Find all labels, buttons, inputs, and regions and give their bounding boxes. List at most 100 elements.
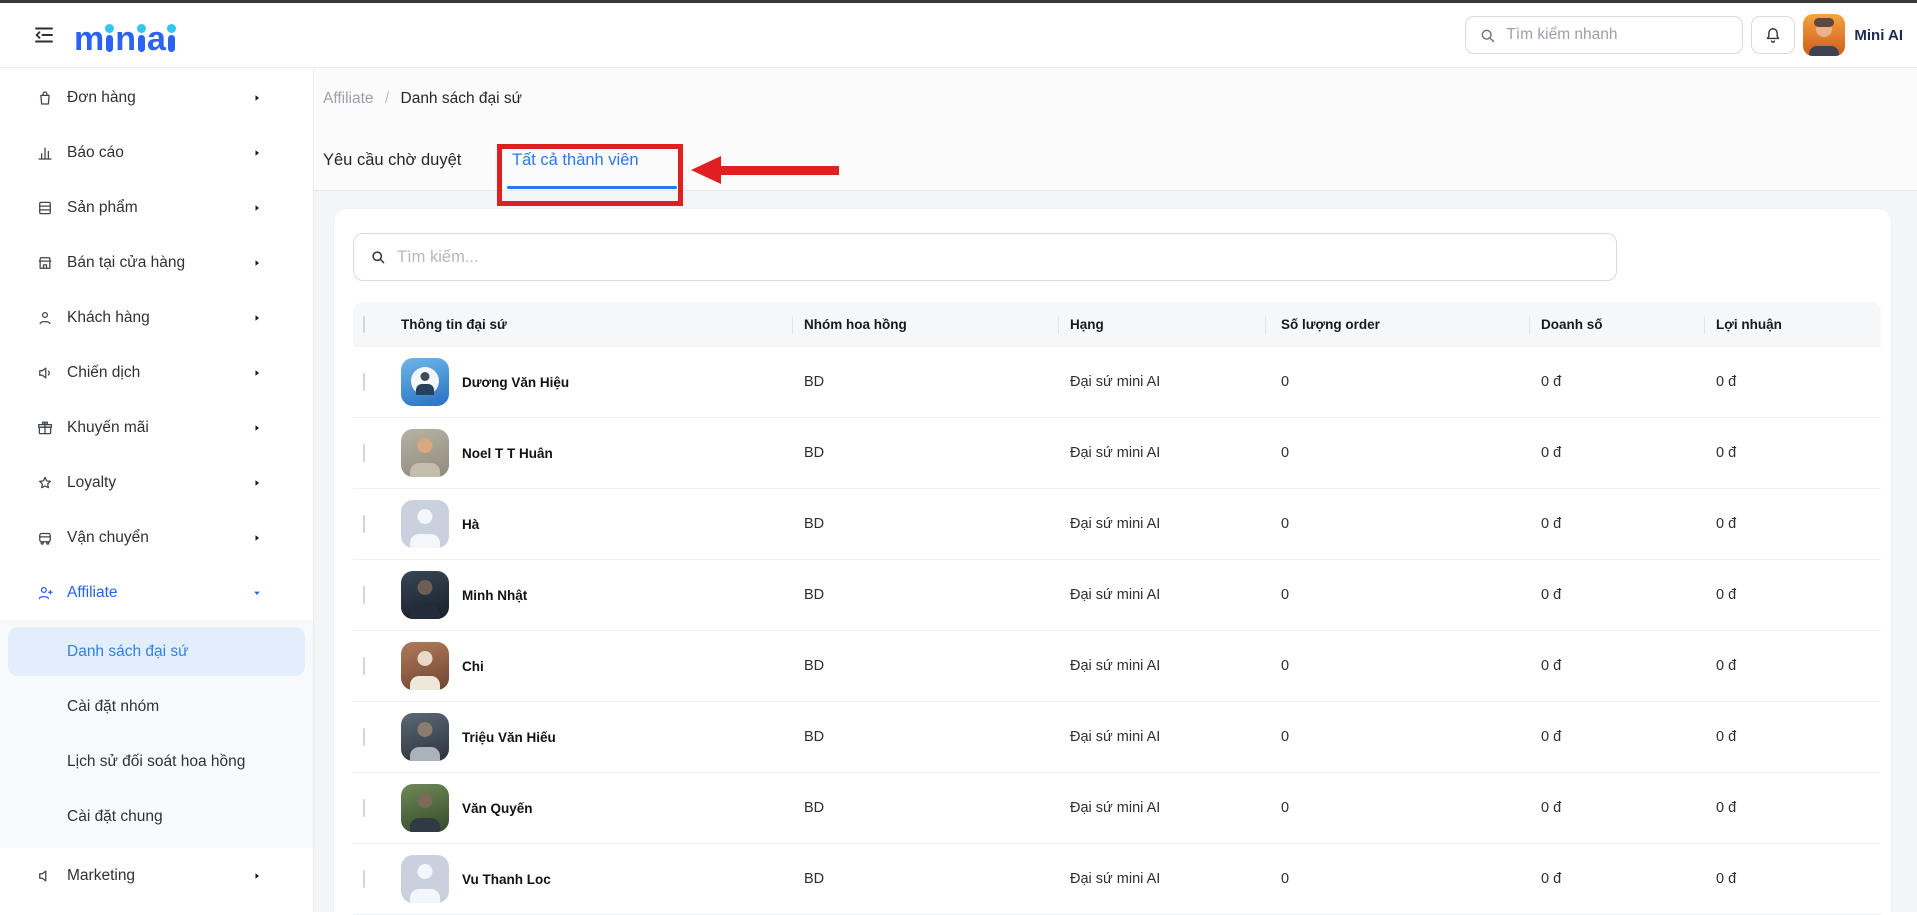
table-row[interactable]: Vu Thanh LocBDĐại sứ mini AI00 đ0 đ	[353, 844, 1881, 915]
chevron-right-icon	[251, 257, 263, 269]
row-checkbox[interactable]	[363, 728, 365, 746]
sidebar-subitem-label: Lịch sử đối soát hoa hồng	[67, 753, 245, 771]
table-row[interactable]: Văn QuyếnBDĐại sứ mini AI00 đ0 đ	[353, 773, 1881, 844]
sidebar-item-ban-tai-cua-hang[interactable]: Bán tại cửa hàng	[0, 235, 313, 290]
sidebar-item-khach-hang[interactable]: Khách hàng	[0, 290, 313, 345]
sidebar-item-san-pham[interactable]: Sản phẩm	[0, 180, 313, 235]
row-checkbox[interactable]	[363, 799, 365, 817]
members-card: Thông tin đại sứNhóm hoa hồngHạngSố lượn…	[333, 208, 1892, 912]
sidebar-item-label: Khách hàng	[67, 309, 238, 327]
breadcrumb: Affiliate / Danh sách đại sứ	[323, 88, 522, 110]
cell-rank: Đại sứ mini AI	[1058, 729, 1265, 745]
cell-profit: 0 đ	[1704, 871, 1881, 887]
sidebar-subitem-cai-dat-nhom[interactable]: Cài đặt nhóm	[0, 679, 313, 734]
member-name: Triệu Văn Hiếu	[462, 730, 556, 745]
sidebar-item-van-chuyen[interactable]: Vận chuyển	[0, 510, 313, 565]
sidebar-subitem-lich-su-doi-soat-hoa-hong[interactable]: Lịch sử đối soát hoa hồng	[0, 734, 313, 789]
search-icon	[369, 248, 387, 266]
sidebar-item-marketing[interactable]: Marketing	[0, 848, 313, 903]
user-avatar[interactable]	[1803, 14, 1845, 56]
cell-profit: 0 đ	[1704, 374, 1881, 390]
sidebar-item-label: Đơn hàng	[67, 89, 238, 107]
cell-orders: 0	[1265, 729, 1529, 745]
avatar-figure	[410, 605, 440, 619]
member-avatar	[401, 429, 449, 477]
breadcrumb-separator: /	[385, 90, 389, 107]
cell-group: BD	[792, 587, 1058, 603]
annotation-arrow	[691, 156, 839, 184]
menu-fold-icon[interactable]	[30, 21, 58, 49]
brand-logo[interactable]: mna	[74, 17, 177, 53]
select-all-checkbox[interactable]	[363, 316, 365, 333]
avatar-figure	[418, 438, 433, 453]
row-checkbox[interactable]	[363, 586, 365, 604]
sidebar-subitem-cai-dat-chung[interactable]: Cài đặt chung	[0, 789, 313, 844]
cell-orders: 0	[1265, 871, 1529, 887]
sidebar-item-khuyen-mai[interactable]: Khuyến mãi	[0, 400, 313, 455]
global-search-input[interactable]	[1506, 26, 1730, 44]
table-row[interactable]: HàBDĐại sứ mini AI00 đ0 đ	[353, 489, 1881, 560]
column-header: Doanh số	[1529, 317, 1704, 332]
cell-orders: 0	[1265, 445, 1529, 461]
cell-profit: 0 đ	[1704, 800, 1881, 816]
chevron-right-icon	[251, 147, 263, 159]
truck-icon	[36, 529, 54, 547]
table-row[interactable]: Noel T T HuânBDĐại sứ mini AI00 đ0 đ	[353, 418, 1881, 489]
cell-profit: 0 đ	[1704, 587, 1881, 603]
sidebar-item-don-hang[interactable]: Đơn hàng	[0, 70, 313, 125]
cell-group: BD	[792, 800, 1058, 816]
arrow-head	[691, 156, 721, 184]
sidebar-item-affiliate[interactable]: Affiliate	[0, 565, 313, 620]
breadcrumb-parent[interactable]: Affiliate	[323, 90, 374, 107]
member-avatar	[401, 855, 449, 903]
cell-orders: 0	[1265, 658, 1529, 674]
column-header: Hạng	[1058, 317, 1265, 332]
cell-rank: Đại sứ mini AI	[1058, 871, 1265, 887]
cell-revenue: 0 đ	[1529, 800, 1704, 816]
sidebar-item-loyalty[interactable]: Loyalty	[0, 455, 313, 510]
sidebar-item-label: Affiliate	[67, 584, 238, 602]
sidebar-item-label: Bán tại cửa hàng	[67, 254, 238, 272]
avatar-figure	[410, 747, 440, 761]
table-search[interactable]	[353, 233, 1617, 281]
logo-i-dot	[168, 35, 175, 52]
store-icon	[36, 254, 54, 272]
chevron-right-icon	[251, 92, 263, 104]
chevron-right-icon	[251, 312, 263, 324]
row-checkbox[interactable]	[363, 870, 365, 888]
chevron-right-icon	[251, 422, 263, 434]
sidebar-item-bao-cao[interactable]: Báo cáo	[0, 125, 313, 180]
sidebar-item-chien-dich[interactable]: Chiến dịch	[0, 345, 313, 400]
main-content: Affiliate / Danh sách đại sứ Yêu cầu chờ…	[314, 68, 1917, 912]
table-row[interactable]: Minh NhậtBDĐại sứ mini AI00 đ0 đ	[353, 560, 1881, 631]
avatar-figure	[411, 367, 439, 395]
cell-group: BD	[792, 658, 1058, 674]
row-checkbox[interactable]	[363, 373, 365, 391]
cell-profit: 0 đ	[1704, 445, 1881, 461]
row-checkbox[interactable]	[363, 657, 365, 675]
table-header-row: Thông tin đại sứNhóm hoa hồngHạngSố lượn…	[353, 302, 1881, 347]
avatar-figure	[410, 889, 440, 903]
tab-pending-requests[interactable]: Yêu cầu chờ duyệt	[323, 148, 461, 172]
chevron-right-icon	[251, 202, 263, 214]
row-checkbox[interactable]	[363, 515, 365, 533]
table-row[interactable]: ChiBDĐại sứ mini AI00 đ0 đ	[353, 631, 1881, 702]
notifications-button[interactable]	[1751, 16, 1795, 54]
cell-group: BD	[792, 729, 1058, 745]
chevron-right-icon	[251, 870, 263, 882]
member-name: Vu Thanh Loc	[462, 872, 551, 887]
table-search-input[interactable]	[397, 248, 1601, 267]
global-search[interactable]	[1465, 16, 1743, 54]
cell-group: BD	[792, 374, 1058, 390]
logo-i-dot	[106, 35, 113, 52]
table-row[interactable]: Dương Văn HiệuBDĐại sứ mini AI00 đ0 đ	[353, 347, 1881, 418]
sidebar-item-label: Vận chuyển	[67, 529, 238, 547]
search-icon	[1478, 26, 1497, 45]
sidebar-subitem-danh-sach-dai-su[interactable]: Danh sách đại sứ	[8, 627, 305, 676]
row-checkbox[interactable]	[363, 444, 365, 462]
chart-icon	[36, 144, 54, 162]
table-row[interactable]: Triệu Văn HiếuBDĐại sứ mini AI00 đ0 đ	[353, 702, 1881, 773]
cell-revenue: 0 đ	[1529, 729, 1704, 745]
sidebar-item-label: Chiến dịch	[67, 364, 238, 382]
cell-orders: 0	[1265, 800, 1529, 816]
